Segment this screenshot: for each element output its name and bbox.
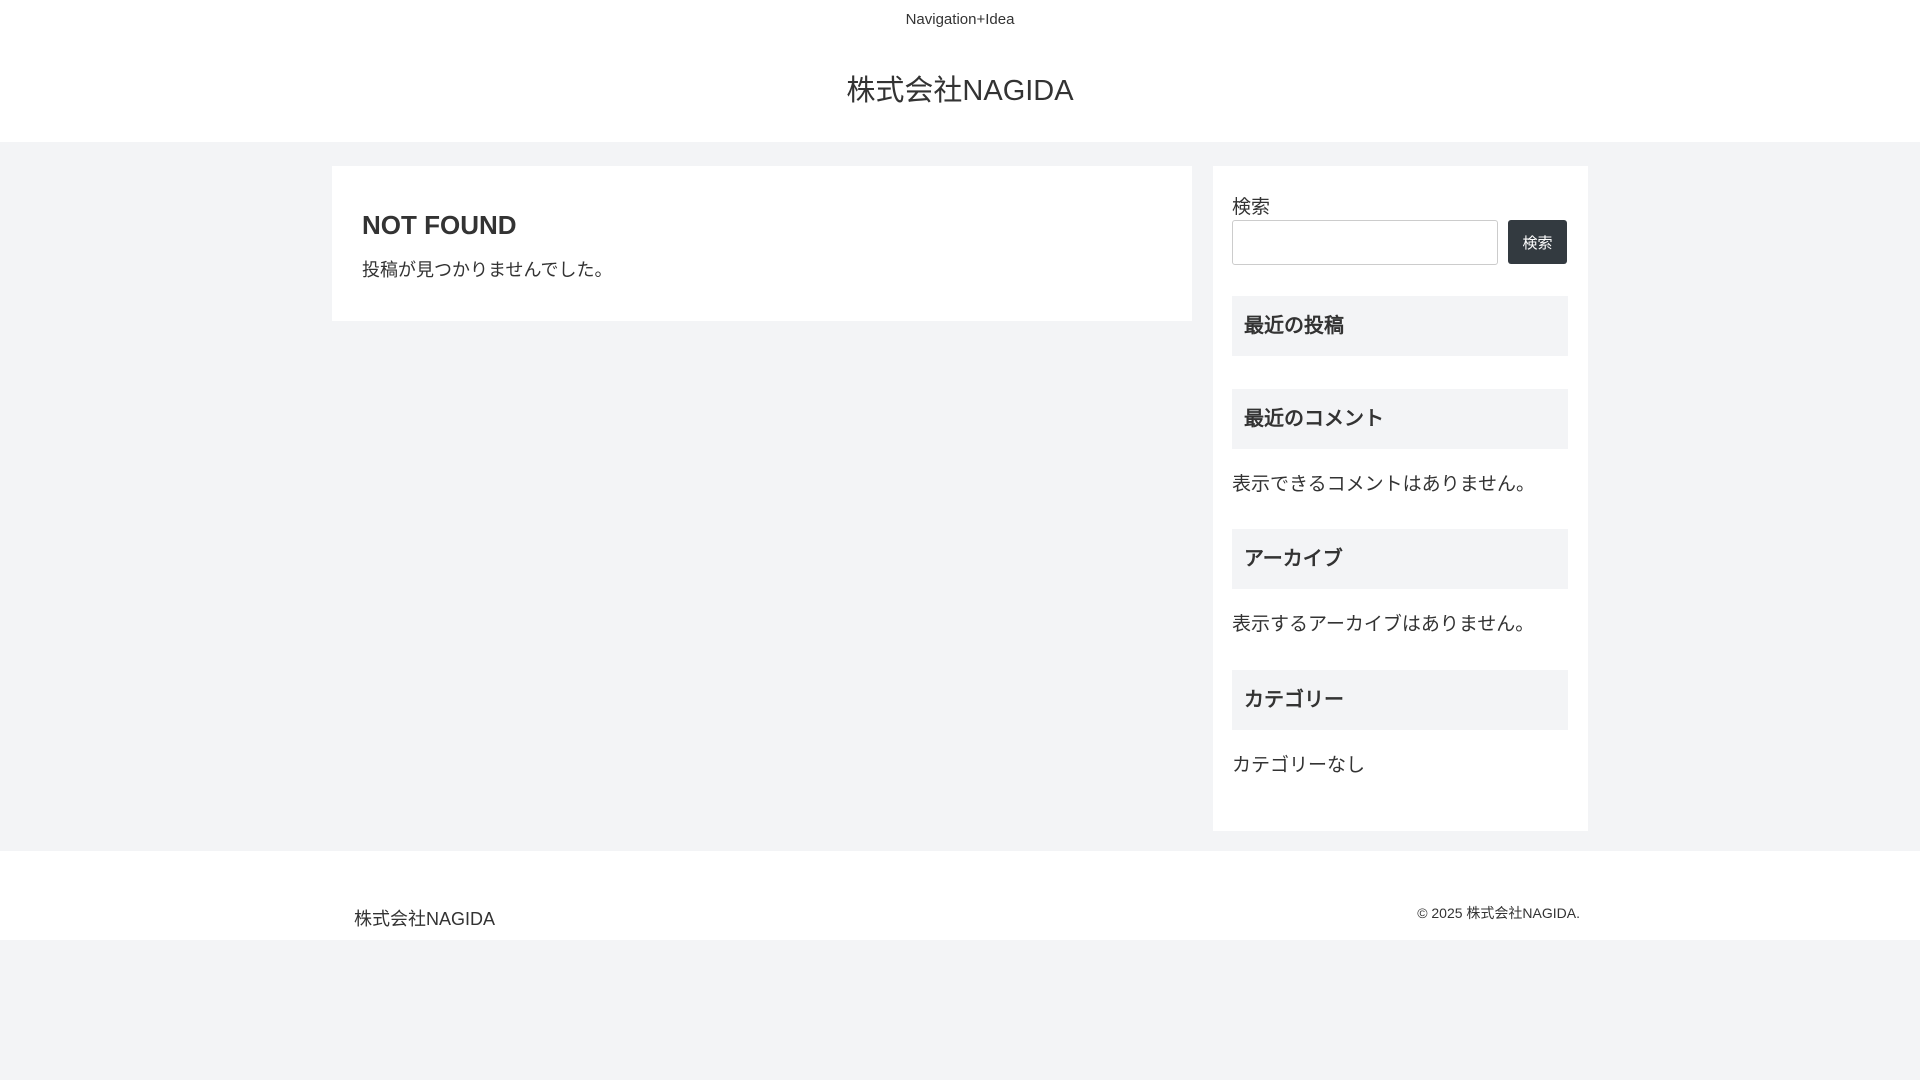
- not-found-heading: NOT FOUND: [362, 210, 517, 240]
- archives-empty-text: 表示するアーカイブはありません。: [1232, 614, 1535, 635]
- recent-comments-empty-text: 表示できるコメントはありません。: [1232, 474, 1536, 495]
- copyright-text: © 2025 株式会社NAGIDA.: [1417, 905, 1580, 921]
- site-title-link[interactable]: 株式会社NAGIDA: [0, 67, 1920, 109]
- widget-title-recent-comments: 最近のコメント: [1232, 389, 1568, 449]
- search-button[interactable]: 検索: [1508, 220, 1567, 264]
- site-header: Navigation+Idea 株式会社NAGIDA: [0, 0, 1920, 142]
- main-content-card: NOT FOUND 投稿が見つかりませんでした。: [332, 166, 1192, 321]
- footer-site-title-link[interactable]: 株式会社NAGIDA: [354, 905, 495, 931]
- site-footer: 株式会社NAGIDA © 2025 株式会社NAGIDA.: [0, 851, 1920, 940]
- categories-empty-text: カテゴリーなし: [1232, 755, 1366, 776]
- widget-title-categories: カテゴリー: [1232, 670, 1568, 730]
- search-input[interactable]: [1232, 220, 1498, 265]
- site-tagline: Navigation+Idea: [905, 11, 1015, 28]
- search-label: 検索: [1232, 197, 1271, 218]
- widget-title-recent-posts: 最近の投稿: [1232, 296, 1568, 356]
- sidebar: 検索 検索 最近の投稿 最近のコメント 表示できるコメントはありません。 アーカ…: [1213, 166, 1588, 831]
- not-found-message: 投稿が見つかりませんでした。: [362, 260, 613, 280]
- widget-title-archives: アーカイブ: [1232, 529, 1568, 589]
